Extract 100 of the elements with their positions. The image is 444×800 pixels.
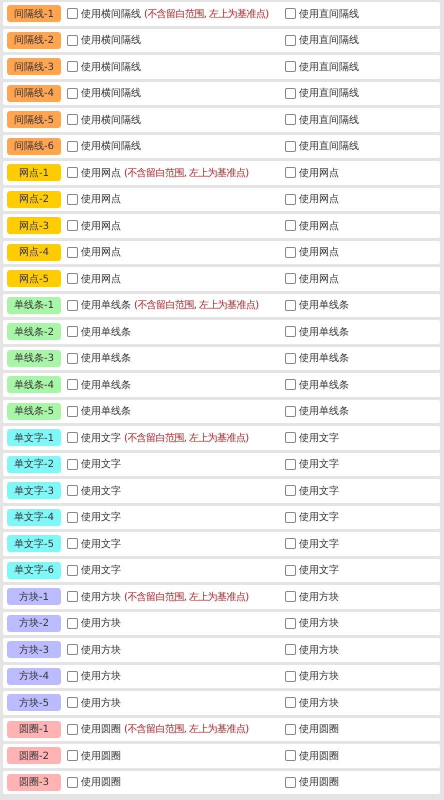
checkbox[interactable]	[285, 618, 296, 629]
checkbox-label: 使用网点	[299, 166, 339, 180]
checkbox[interactable]	[285, 114, 296, 126]
checkbox[interactable]	[67, 644, 78, 656]
checkbox[interactable]	[67, 167, 78, 178]
checkbox[interactable]	[285, 591, 296, 602]
checkbox-label: 使用圆圈	[299, 750, 339, 763]
checkbox[interactable]	[285, 273, 296, 284]
checkbox[interactable]	[67, 300, 78, 311]
checkbox-label: 使用网点	[81, 166, 121, 180]
category-tag: 间隔线-3	[7, 58, 61, 76]
checkbox[interactable]	[67, 88, 78, 99]
checkbox[interactable]	[67, 432, 78, 444]
checkbox[interactable]	[285, 300, 296, 311]
checkbox-label: 使用文字	[299, 564, 339, 578]
checkbox[interactable]	[67, 670, 78, 682]
checkbox[interactable]	[285, 750, 296, 762]
checkbox[interactable]	[285, 379, 296, 390]
checkbox[interactable]	[67, 194, 78, 205]
checkbox[interactable]	[67, 458, 78, 470]
checkbox-label: 使用方块	[81, 616, 121, 630]
checkbox[interactable]	[67, 220, 78, 232]
checkbox[interactable]	[67, 697, 78, 708]
checkbox[interactable]	[67, 591, 78, 602]
checkbox[interactable]	[285, 167, 296, 178]
checkbox-label: 使用网点	[81, 192, 121, 206]
checkbox[interactable]	[67, 776, 78, 788]
checkbox[interactable]	[285, 697, 296, 708]
checkbox[interactable]	[67, 564, 78, 576]
checkbox[interactable]	[285, 670, 296, 682]
checkbox[interactable]	[285, 485, 296, 496]
checkbox-label: 使用文字	[299, 458, 339, 472]
checkbox-label: 使用圆圈	[81, 750, 121, 763]
checkbox[interactable]	[285, 432, 296, 444]
checkbox-label: 使用网点	[299, 192, 339, 206]
checkbox[interactable]	[285, 538, 296, 550]
hint-text: (不含留白范围, 左上为基准点)	[144, 8, 269, 21]
checkbox[interactable]	[67, 485, 78, 496]
checkbox[interactable]	[285, 352, 296, 364]
checkbox[interactable]	[67, 352, 78, 364]
category-tag: 方块-2	[7, 614, 61, 632]
checkbox[interactable]	[285, 88, 296, 99]
checkbox[interactable]	[285, 776, 296, 788]
checkbox[interactable]	[67, 114, 78, 126]
checkbox-label: 使用圆圈	[299, 723, 339, 736]
checkbox[interactable]	[67, 618, 78, 629]
checkbox-label: 使用圆圈	[299, 776, 339, 790]
category-tag: 网点-4	[7, 244, 61, 261]
category-tag: 间隔线-4	[7, 84, 61, 102]
checkbox[interactable]	[285, 194, 296, 205]
checkbox[interactable]	[285, 8, 296, 20]
category-tag: 网点-3	[7, 217, 61, 234]
checkbox-label: 使用方块	[81, 696, 121, 710]
checkbox[interactable]	[285, 644, 296, 656]
category-tag: 方块-5	[7, 694, 61, 712]
checkbox[interactable]	[67, 538, 78, 550]
checkbox[interactable]	[67, 34, 78, 46]
checkbox-label: 使用文字	[81, 564, 121, 578]
category-tag: 间隔线-5	[7, 111, 61, 128]
checkbox[interactable]	[67, 273, 78, 284]
checkbox[interactable]	[285, 220, 296, 232]
checkbox[interactable]	[67, 326, 78, 338]
checkbox[interactable]	[285, 564, 296, 576]
category-tag: 单线条-2	[7, 323, 61, 340]
checkbox[interactable]	[67, 246, 78, 258]
checkbox[interactable]	[67, 379, 78, 390]
checkbox[interactable]	[67, 140, 78, 152]
checkbox[interactable]	[285, 458, 296, 470]
checkbox-label: 使用直间隔线	[299, 60, 359, 74]
checkbox[interactable]	[285, 34, 296, 46]
checkbox-label: 使用方块	[299, 590, 339, 604]
checkbox[interactable]	[285, 512, 296, 523]
checkbox-label: 使用横间隔线	[81, 60, 141, 74]
category-tag: 单文字-2	[7, 456, 61, 473]
checkbox-label: 使用横间隔线	[81, 86, 141, 100]
checkbox[interactable]	[67, 8, 78, 20]
checkbox-label: 使用方块	[81, 590, 121, 604]
checkbox-label: 使用文字	[81, 458, 121, 472]
checkbox-label: 使用单线条	[299, 378, 349, 392]
checkbox[interactable]	[285, 140, 296, 152]
checkbox[interactable]	[285, 61, 296, 72]
checkbox[interactable]	[285, 246, 296, 258]
checkbox-label: 使用单线条	[81, 404, 131, 418]
category-tag: 单线条-4	[7, 376, 61, 394]
checkbox[interactable]	[67, 406, 78, 417]
checkbox[interactable]	[285, 326, 296, 338]
checkbox[interactable]	[67, 61, 78, 72]
checkbox[interactable]	[67, 512, 78, 523]
checkbox[interactable]	[285, 406, 296, 417]
category-tag: 圆圈-2	[7, 747, 61, 764]
checkbox-label: 使用直间隔线	[299, 34, 359, 48]
checkbox-label: 使用文字	[299, 538, 339, 551]
checkbox[interactable]	[67, 724, 78, 735]
category-tag: 方块-3	[7, 641, 61, 658]
checkbox-label: 使用方块	[81, 670, 121, 684]
checkbox-label: 使用单线条	[81, 352, 131, 366]
category-tag: 网点-2	[7, 190, 61, 208]
checkbox[interactable]	[285, 724, 296, 735]
checkbox-label: 使用单线条	[299, 326, 349, 339]
checkbox[interactable]	[67, 750, 78, 762]
